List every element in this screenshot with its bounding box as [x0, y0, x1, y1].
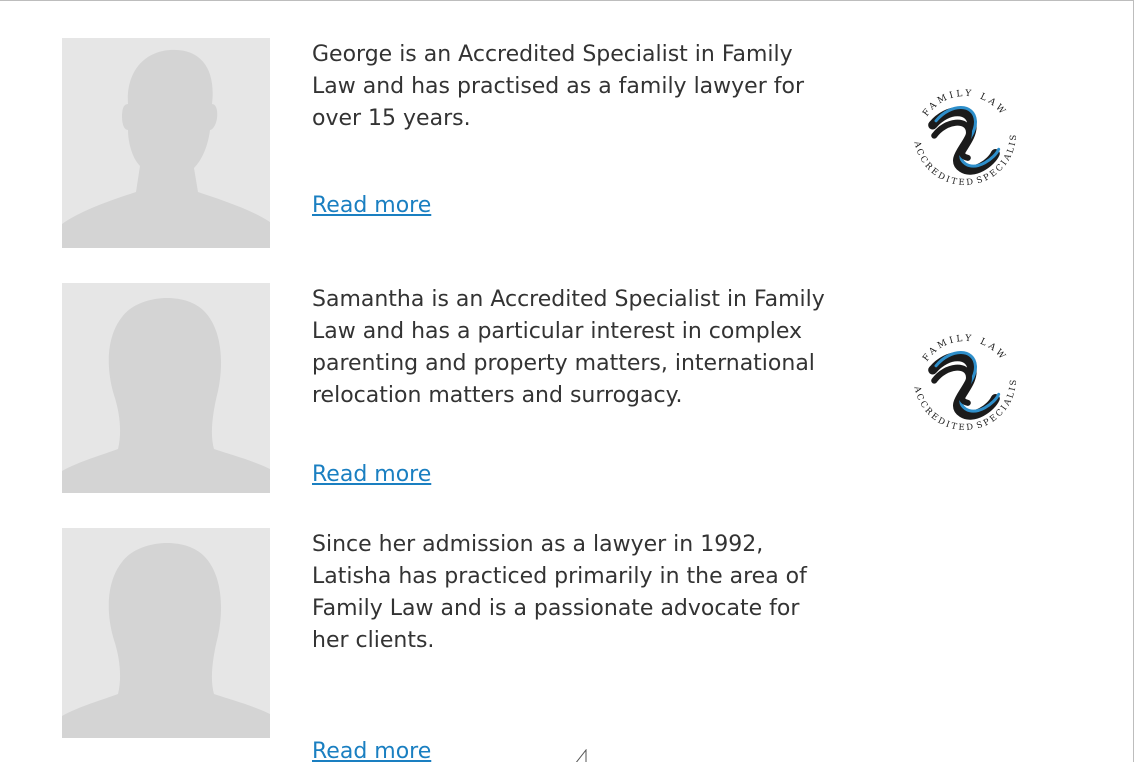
profile-bio: Since her admission as a lawyer in 1992,… — [312, 532, 807, 653]
read-more-link[interactable]: Read more — [312, 736, 431, 762]
profile-photo — [62, 38, 270, 248]
profile-photo — [62, 528, 270, 738]
profile-card: Samantha is an Accredited Specialist in … — [62, 283, 1062, 493]
profile-card: Since her admission as a lawyer in 1992,… — [62, 528, 1062, 762]
read-more-link[interactable]: Read more — [312, 459, 431, 491]
profile-card: George is an Accredited Specialist in Fa… — [62, 38, 1062, 248]
person-silhouette-icon — [62, 49, 270, 248]
profile-photo — [62, 283, 270, 493]
read-more-link[interactable]: Read more — [312, 190, 431, 222]
profiles-panel: George is an Accredited Specialist in Fa… — [0, 0, 1134, 762]
profile-bio: George is an Accredited Specialist in Fa… — [312, 42, 805, 131]
accredited-specialist-seal-icon: FAMILY LAW ACCREDITED SPECIALIST — [898, 74, 1029, 205]
cursor-icon — [575, 749, 587, 762]
person-silhouette-icon — [62, 543, 270, 738]
accredited-specialist-seal-icon: FAMILY LAW ACCREDITED SPECIALIST — [898, 319, 1029, 450]
person-silhouette-icon — [62, 298, 270, 493]
profile-bio: Samantha is an Accredited Specialist in … — [312, 287, 825, 408]
